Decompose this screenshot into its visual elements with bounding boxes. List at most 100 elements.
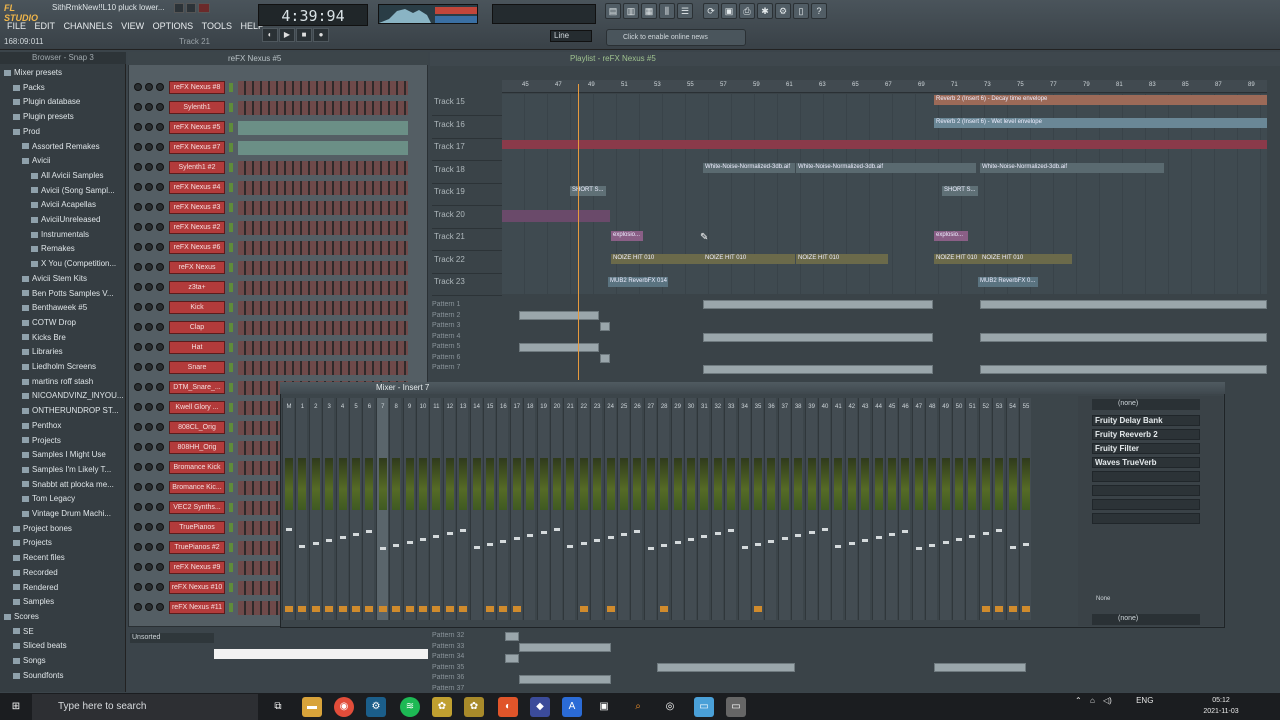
fx-slot[interactable] xyxy=(1092,471,1200,482)
volume-fader[interactable] xyxy=(902,530,909,533)
mixer-strip[interactable]: 5 xyxy=(349,398,361,620)
mute-led[interactable] xyxy=(134,103,142,111)
audio-clip[interactable] xyxy=(502,210,610,222)
channel-name-button[interactable]: reFX Nexus #4 xyxy=(169,181,225,194)
volume-knob[interactable] xyxy=(156,163,164,171)
route-button[interactable] xyxy=(298,606,307,612)
mute-led[interactable] xyxy=(134,143,142,151)
volume-fader[interactable] xyxy=(741,546,748,549)
volume-knob[interactable] xyxy=(156,223,164,231)
fx-slot[interactable]: Fruity Delay Bank xyxy=(1092,415,1200,426)
playlist-clip[interactable]: NOIZE HIT 010 xyxy=(934,254,980,264)
step-sequencer[interactable] xyxy=(238,261,408,275)
chrome-icon[interactable]: ◉ xyxy=(334,697,354,717)
piano-roll-icon[interactable]: ▥ xyxy=(623,3,639,19)
channel-name-button[interactable]: reFX Nexus #5 xyxy=(169,121,225,134)
pan-knob[interactable] xyxy=(145,603,153,611)
snap-select[interactable]: Line xyxy=(550,30,592,42)
route-button[interactable] xyxy=(432,606,441,612)
language-indicator[interactable]: ENG xyxy=(1136,696,1153,705)
volume-knob[interactable] xyxy=(156,383,164,391)
pattern-block[interactable] xyxy=(600,322,610,331)
mixer-strip[interactable]: 46 xyxy=(898,398,911,620)
menu-tools[interactable]: TOOLS xyxy=(199,19,235,33)
volume-knob[interactable] xyxy=(156,563,164,571)
volume-knob[interactable] xyxy=(156,603,164,611)
route-button[interactable] xyxy=(365,606,374,612)
pattern-block[interactable] xyxy=(600,354,610,363)
pan-knob[interactable] xyxy=(145,563,153,571)
mute-led[interactable] xyxy=(134,183,142,191)
step-sequencer[interactable] xyxy=(238,221,408,235)
mixer-strip[interactable]: 52 xyxy=(978,398,991,620)
browser-item[interactable]: Samples I'm Likely T... xyxy=(0,463,126,477)
volume-fader[interactable] xyxy=(540,531,547,534)
browser-item[interactable]: Sliced beats xyxy=(0,639,126,653)
mute-led[interactable] xyxy=(134,163,142,171)
browser-item[interactable]: Liedholm Screens xyxy=(0,360,126,374)
volume-fader[interactable] xyxy=(286,528,292,531)
browser-item[interactable]: martins roff stash xyxy=(0,375,126,389)
browser-item[interactable]: Snabbt att plocka me... xyxy=(0,478,126,492)
browser-item[interactable]: Scores xyxy=(0,610,126,624)
playlist-clip[interactable]: NOIZE HIT 010 xyxy=(796,254,888,264)
channel-name-button[interactable]: Hat xyxy=(169,341,225,354)
mixer-strip[interactable]: 6 xyxy=(362,398,375,620)
mute-led[interactable] xyxy=(134,323,142,331)
volume-icon[interactable]: ◁) xyxy=(1103,696,1112,705)
pan-knob[interactable] xyxy=(145,363,153,371)
route-button[interactable] xyxy=(325,606,334,612)
mixer-strip[interactable]: 21 xyxy=(563,398,576,620)
windows-start-icon[interactable]: ⊞ xyxy=(6,697,26,717)
pattern-song-toggle[interactable]: ◐ xyxy=(262,28,278,42)
pan-knob[interactable] xyxy=(145,283,153,291)
mixer-strip[interactable]: 51 xyxy=(965,398,978,620)
file-explorer-icon[interactable]: ▬ xyxy=(302,697,322,717)
channel-name-button[interactable]: VEC2 Synths... xyxy=(169,501,225,514)
browser-item[interactable]: Avicii xyxy=(0,154,126,168)
render-icon[interactable]: ⎙ xyxy=(739,3,755,19)
channel-name-button[interactable]: TruePianos #2 xyxy=(169,541,225,554)
mixer-strip[interactable]: M xyxy=(282,398,294,620)
mixer-strip[interactable]: 37 xyxy=(777,398,790,620)
mixer-strip[interactable]: 31 xyxy=(697,398,710,620)
route-button[interactable] xyxy=(499,606,508,612)
volume-knob[interactable] xyxy=(156,423,164,431)
channel-select-led[interactable] xyxy=(229,143,233,152)
browser-item[interactable]: AviciiUnreleased xyxy=(0,213,126,227)
mute-led[interactable] xyxy=(134,363,142,371)
mixer-strip[interactable]: 28 xyxy=(657,398,670,620)
playlist-clip[interactable]: NOIZE HIT 010 xyxy=(611,254,703,264)
playlist-icon[interactable]: ▤ xyxy=(605,3,621,19)
pattern-block[interactable] xyxy=(519,343,599,352)
channel-select-led[interactable] xyxy=(229,563,233,572)
channel-select-led[interactable] xyxy=(229,83,233,92)
browser-item[interactable]: Project bones xyxy=(0,522,126,536)
minimize-icon[interactable] xyxy=(174,3,184,13)
volume-knob[interactable] xyxy=(156,283,164,291)
channel-name-button[interactable]: reFX Nexus #7 xyxy=(169,141,225,154)
pan-knob[interactable] xyxy=(145,403,153,411)
volume-fader[interactable] xyxy=(607,536,614,539)
mute-led[interactable] xyxy=(134,503,142,511)
pattern-block[interactable] xyxy=(980,300,1267,309)
sort-select[interactable]: Unsorted xyxy=(130,633,214,643)
mixer-strip[interactable]: 22 xyxy=(576,398,589,620)
volume-fader[interactable] xyxy=(339,536,346,539)
volume-fader[interactable] xyxy=(714,532,721,535)
volume-fader[interactable] xyxy=(393,544,400,547)
mixer-strip[interactable]: 39 xyxy=(804,398,817,620)
fx-output-select[interactable]: (none) xyxy=(1092,614,1200,625)
mute-led[interactable] xyxy=(134,223,142,231)
mixer-strip[interactable]: 12 xyxy=(442,398,455,620)
stop-button[interactable]: ■ xyxy=(296,28,312,42)
mixer-strip[interactable]: 23 xyxy=(590,398,603,620)
fx-slot[interactable] xyxy=(1092,513,1200,524)
taskbar-search[interactable]: Type here to search xyxy=(32,694,258,720)
volume-knob[interactable] xyxy=(156,583,164,591)
mute-led[interactable] xyxy=(134,403,142,411)
volume-knob[interactable] xyxy=(156,143,164,151)
menu-view[interactable]: VIEW xyxy=(118,19,147,33)
browser-item[interactable]: Avicii Stem Kits xyxy=(0,272,126,286)
github-icon[interactable]: ◎ xyxy=(660,697,680,717)
